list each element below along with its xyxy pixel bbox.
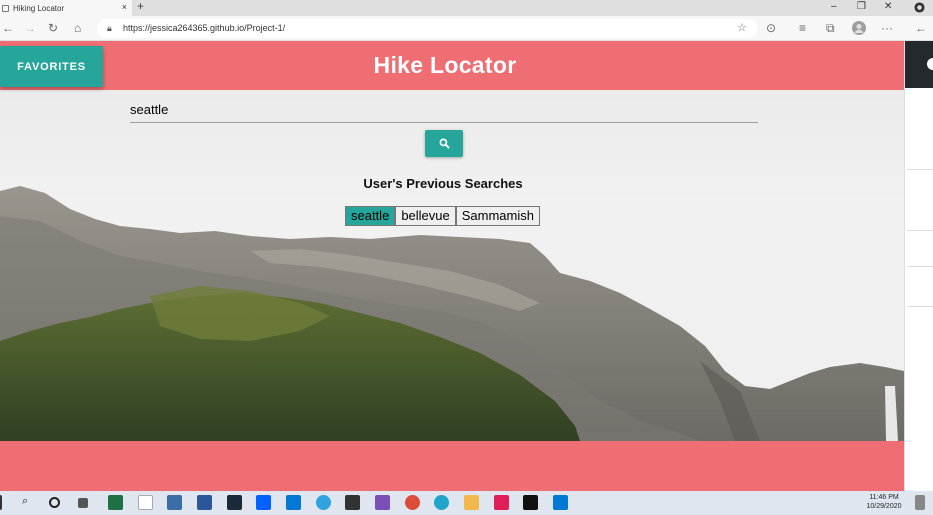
file-explorer-icon[interactable] — [464, 495, 479, 510]
github-panel-header — [905, 41, 933, 88]
more-options-icon[interactable]: ··· — [881, 21, 893, 35]
outlook-icon[interactable] — [286, 495, 301, 510]
chrome-icon[interactable] — [405, 495, 420, 510]
previous-search-button[interactable]: Sammamish — [455, 206, 540, 226]
dropbox-icon[interactable] — [256, 495, 271, 510]
page-title: Hike Locator — [373, 52, 517, 78]
clock-date: 10/29/2020 — [866, 503, 902, 510]
github-icon[interactable] — [914, 2, 925, 13]
favorite-star-icon[interactable]: ☆ — [737, 21, 747, 34]
tab-title: Hiking Locator — [13, 3, 65, 13]
search-input[interactable] — [130, 97, 758, 123]
terminal-icon[interactable] — [523, 495, 538, 510]
windows-taskbar: ⌕ 11:46 PM 10/29/2020 — [0, 491, 933, 515]
search-button[interactable] — [425, 130, 463, 157]
app-header: Hike Locator — [0, 41, 904, 90]
page-favicon-icon — [2, 4, 9, 12]
browser-toolbar: ← → ↻ ⌂ 🔒︎ https://jessica264365.github.… — [0, 16, 933, 41]
lock-icon[interactable]: 🔒︎ — [107, 23, 112, 34]
edge-icon[interactable] — [434, 495, 449, 510]
github-icon[interactable] — [927, 56, 933, 72]
task-view-icon[interactable] — [78, 498, 88, 508]
app-footer — [0, 441, 904, 491]
powershell-icon[interactable] — [227, 495, 242, 510]
profile-avatar-icon[interactable] — [852, 21, 866, 35]
excel-icon[interactable] — [108, 495, 123, 510]
browser-tab-strip: Hiking Locator × + – ❐ ✕ — [0, 0, 933, 16]
previous-searches-heading: User's Previous Searches — [363, 176, 523, 191]
visual-studio-icon[interactable] — [375, 495, 390, 510]
tab-close-icon[interactable]: × — [122, 2, 127, 12]
word-icon[interactable] — [197, 495, 212, 510]
clock-time: 11:46 PM — [869, 494, 899, 501]
address-bar[interactable]: 🔒︎ https://jessica264365.github.io/Proje… — [97, 19, 757, 38]
collections-icon[interactable]: ⧉ — [826, 21, 835, 35]
back-arrow-icon[interactable]: ← — [2, 21, 14, 35]
vscode-icon[interactable] — [553, 495, 568, 510]
browser-tab[interactable]: Hiking Locator × — [0, 0, 132, 16]
internet-explorer-icon[interactable] — [316, 495, 331, 510]
notifications-icon[interactable] — [915, 495, 925, 510]
slack-icon[interactable] — [494, 495, 509, 510]
divider — [907, 230, 933, 231]
cortana-icon[interactable] — [49, 497, 60, 508]
forward-arrow-icon[interactable]: → — [24, 21, 36, 35]
web-page: Hike Locator FAVORITES User's Previous S… — [0, 41, 904, 491]
divider — [907, 169, 933, 170]
store-icon[interactable] — [345, 495, 360, 510]
taskbar-clock[interactable]: 11:46 PM 10/29/2020 — [858, 493, 910, 511]
previous-searches-list: seattle bellevue Sammamish — [345, 206, 540, 226]
home-icon[interactable]: ⌂ — [74, 21, 81, 35]
url-text[interactable]: https://jessica264365.github.io/Project-… — [123, 23, 285, 33]
window-close-button[interactable]: ✕ — [884, 1, 892, 12]
new-tab-button[interactable]: + — [137, 0, 144, 13]
search-icon — [439, 138, 450, 149]
browser-side-panel — [904, 41, 933, 491]
refresh-icon[interactable]: ↻ — [48, 21, 58, 35]
search-icon[interactable]: ⌕ — [22, 495, 37, 510]
panel-back-icon[interactable]: ← — [915, 21, 927, 35]
previous-search-button[interactable]: bellevue — [395, 206, 456, 226]
favorites-button[interactable]: FAVORITES — [0, 46, 103, 87]
start-icon[interactable] — [0, 495, 2, 510]
previous-search-button[interactable]: seattle — [345, 206, 396, 226]
notepad-icon[interactable] — [138, 495, 153, 510]
divider — [907, 266, 933, 267]
restore-button[interactable]: ❐ — [857, 1, 866, 12]
minimize-button[interactable]: – — [831, 1, 837, 12]
divider — [907, 306, 933, 307]
favorites-list-icon[interactable]: ≡ — [799, 21, 806, 35]
mail-icon[interactable] — [167, 495, 182, 510]
reader-icon[interactable]: ⊙ — [766, 21, 776, 35]
